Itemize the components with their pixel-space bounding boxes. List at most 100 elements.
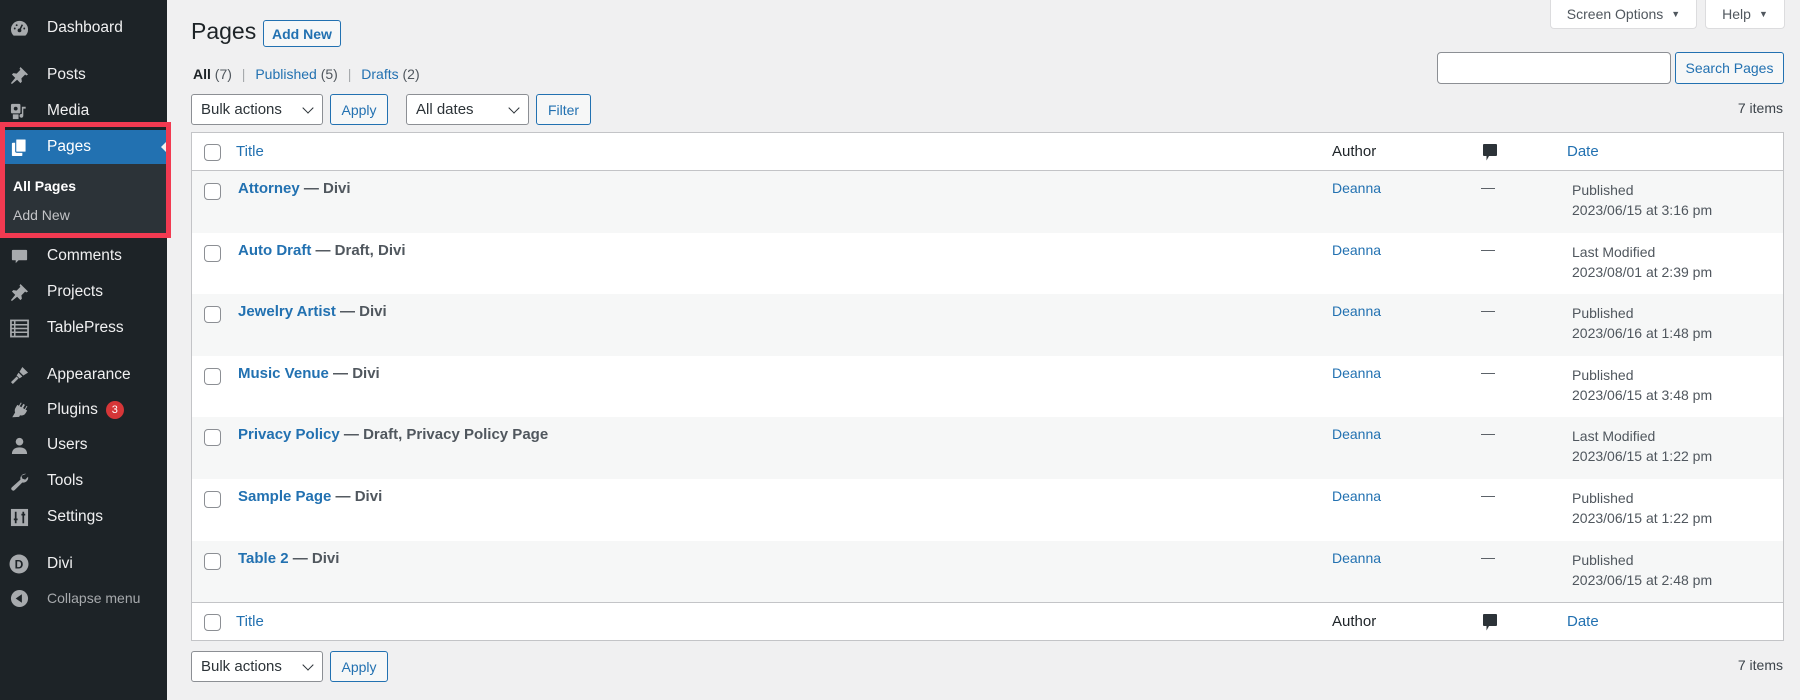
view-all-count: (7) — [214, 66, 232, 82]
submenu-item-add-new[interactable]: Add New — [13, 207, 70, 223]
bulk-actions-value: Bulk actions — [201, 101, 282, 118]
author-link[interactable]: Deanna — [1332, 242, 1381, 258]
sidebar-item-label: Settings — [47, 508, 104, 525]
bulk-actions-select-top[interactable]: Bulk actions — [191, 94, 323, 125]
date-status: Published — [1572, 551, 1634, 568]
row-checkbox[interactable] — [204, 183, 221, 200]
apply-button-bottom[interactable]: Apply — [330, 651, 388, 682]
row-checkbox[interactable] — [204, 306, 221, 324]
table-icon — [9, 318, 29, 338]
collapse-menu-button[interactable]: Collapse menu — [0, 581, 167, 615]
user-icon — [9, 435, 29, 455]
column-title-sort[interactable]: Title — [236, 613, 264, 630]
page-title-link[interactable]: Sample Page — [238, 488, 331, 505]
author-link[interactable]: Deanna — [1332, 365, 1381, 381]
admin-sidebar: Dashboard Posts Media Pages All Pages Ad… — [0, 0, 171, 700]
cell-date: Published 2023/06/15 at 2:48 pm — [1572, 550, 1712, 590]
cell-title: Auto Draft — Draft, Divi — [238, 242, 406, 259]
add-new-page-button[interactable]: Add New — [263, 20, 341, 47]
page-title-link[interactable]: Attorney — [238, 180, 300, 197]
row-checkbox[interactable] — [204, 552, 221, 570]
author-link[interactable]: Deanna — [1332, 426, 1381, 442]
column-author: Author — [1332, 613, 1377, 631]
help-button[interactable]: Help ▼ — [1705, 0, 1785, 29]
sidebar-item-tablepress[interactable]: TablePress — [0, 311, 167, 345]
page-title-link[interactable]: Privacy Policy — [238, 426, 340, 443]
divi-icon: D — [9, 554, 29, 574]
view-published-link[interactable]: Published — [255, 66, 317, 82]
author-link[interactable]: Deanna — [1332, 303, 1381, 319]
row-checkbox[interactable] — [204, 429, 221, 447]
sidebar-item-label: Tools — [47, 472, 84, 489]
view-published-count: (5) — [320, 66, 338, 82]
search-pages-input[interactable] — [1437, 52, 1671, 84]
sidebar-item-dashboard[interactable]: Dashboard — [0, 11, 167, 45]
items-count-bottom: 7 items — [1737, 657, 1783, 673]
sidebar-item-settings[interactable]: Settings — [0, 500, 167, 534]
sidebar-item-comments[interactable]: Comments — [0, 239, 167, 273]
view-separator: | — [347, 66, 352, 82]
sidebar-item-media[interactable]: Media — [0, 94, 167, 128]
page-title: Pages — [191, 18, 257, 44]
author-link[interactable]: Deanna — [1332, 550, 1381, 566]
table-body: Attorney — Divi Deanna — Published 2023/06/1… — [192, 171, 1783, 603]
page-states: — Divi — [331, 487, 383, 505]
sidebar-item-divi[interactable]: D Divi — [0, 547, 167, 581]
column-date-sort[interactable]: Date — [1567, 143, 1599, 160]
author-link[interactable]: Deanna — [1332, 180, 1381, 196]
collapse-menu-label: Collapse menu — [47, 590, 141, 606]
search-pages-button[interactable]: Search Pages — [1675, 52, 1784, 84]
collapse-icon — [9, 588, 29, 608]
table-row: Music Venue — Divi Deanna — Published 2023/0… — [192, 356, 1783, 418]
page-title-link[interactable]: Jewelry Artist — [238, 303, 336, 320]
row-checkbox[interactable] — [204, 490, 221, 508]
settings-icon — [9, 507, 29, 527]
page-title-link[interactable]: Auto Draft — [238, 242, 311, 259]
comment-count: — — [1481, 486, 1495, 503]
date-value: 2023/06/15 at 1:22 pm — [1572, 448, 1713, 465]
items-count-top: 7 items — [1737, 100, 1783, 116]
date-filter-select[interactable]: All dates — [406, 94, 529, 125]
sidebar-item-label: Pages — [47, 138, 91, 155]
page-title-link[interactable]: Music Venue — [238, 365, 329, 382]
sidebar-item-users[interactable]: Users — [0, 428, 167, 462]
date-value: 2023/06/15 at 1:22 pm — [1572, 509, 1713, 526]
sidebar-item-projects[interactable]: Projects — [0, 275, 167, 309]
page-title-link[interactable]: Table 2 — [238, 550, 289, 567]
select-all-checkbox[interactable] — [204, 144, 221, 161]
filter-button[interactable]: Filter — [536, 94, 591, 125]
date-status: Published — [1572, 489, 1634, 506]
row-checkbox[interactable] — [204, 367, 221, 385]
bulk-actions-select-bottom[interactable]: Bulk actions — [191, 651, 323, 682]
sidebar-item-label: Media — [47, 102, 90, 119]
cell-title: Jewelry Artist — Divi — [238, 303, 387, 320]
screen-options-button[interactable]: Screen Options ▼ — [1550, 0, 1697, 29]
date-value: 2023/06/15 at 3:48 pm — [1572, 386, 1713, 403]
select-all-checkbox-footer[interactable] — [204, 614, 221, 632]
submenu-item-all-pages[interactable]: All Pages — [13, 178, 76, 194]
row-checkbox[interactable] — [204, 244, 221, 262]
sidebar-item-tools[interactable]: Tools — [0, 464, 167, 498]
column-title-sort[interactable]: Title — [236, 143, 264, 160]
cell-date: Published 2023/06/15 at 1:22 pm — [1572, 488, 1712, 528]
date-status: Published — [1572, 305, 1634, 322]
view-all-link[interactable]: All — [193, 66, 211, 82]
date-value: 2023/08/01 at 2:39 pm — [1572, 263, 1713, 280]
sidebar-item-plugins[interactable]: Plugins 3 — [0, 393, 167, 427]
sidebar-item-posts[interactable]: Posts — [0, 58, 167, 92]
view-drafts-link[interactable]: Drafts — [361, 66, 398, 82]
table-row: Table 2 — Divi Deanna — Published 2023/06/15… — [192, 540, 1783, 603]
plugin-updates-badge: 3 — [105, 401, 124, 419]
sidebar-item-pages[interactable]: Pages — [0, 130, 167, 164]
comment-count: — — [1481, 548, 1495, 565]
page-states: — Draft, Privacy Policy Page — [339, 426, 549, 444]
column-date-sort[interactable]: Date — [1567, 613, 1599, 630]
author-link[interactable]: Deanna — [1332, 488, 1381, 504]
pages-submenu: All Pages Add New — [0, 164, 167, 234]
table-footer-row: Title Author Date — [192, 602, 1783, 640]
table-row: Sample Page — Divi Deanna — Published 2023/0… — [192, 479, 1783, 541]
table-row: Jewelry Artist — Divi Deanna — Published 202… — [192, 294, 1783, 356]
apply-button-top[interactable]: Apply — [330, 94, 388, 125]
sidebar-item-appearance[interactable]: Appearance — [0, 358, 167, 392]
cell-date: Last Modified 2023/06/15 at 1:22 pm — [1572, 426, 1712, 466]
